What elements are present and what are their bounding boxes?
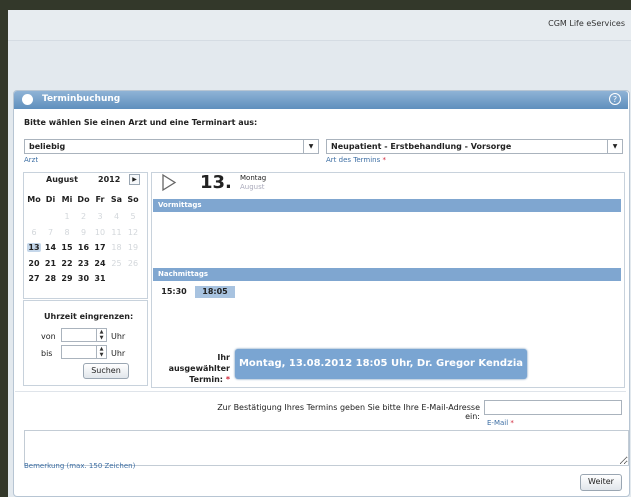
selected-label-line2: Termin: * — [160, 374, 230, 385]
required-marker: * — [510, 419, 514, 427]
calendar-day[interactable]: 16 — [77, 243, 91, 252]
chevron-down-icon[interactable]: ▼ — [607, 140, 622, 153]
to-time-input[interactable]: ▲ ▼ — [61, 345, 107, 359]
calendar-day: 9 — [80, 227, 87, 237]
calendar-day: 1 — [64, 212, 70, 221]
divider — [15, 391, 626, 392]
calendar-year: 2012 — [98, 175, 121, 184]
calendar-day[interactable]: 20 — [27, 259, 41, 268]
weekday-header: Fr — [95, 195, 105, 204]
calendar-day: 3 — [97, 212, 103, 221]
to-unit: Uhr — [111, 349, 126, 358]
selected-label-line1: Ihr ausgewählter — [168, 353, 230, 373]
calendar-day[interactable]: 31 — [93, 274, 107, 283]
weekday-header: Do — [77, 195, 90, 204]
weekday-header: Sa — [110, 195, 123, 204]
remark-caption: Bemerkung (max. 150 Zeichen) — [24, 462, 136, 470]
selected-month-name: August — [240, 183, 265, 191]
appointment-type-caption: Art des Termins * — [326, 156, 386, 164]
calendar-day-selected[interactable]: 13 — [27, 243, 41, 252]
to-label: bis — [41, 349, 53, 358]
calendar-day[interactable]: 27 — [27, 274, 41, 283]
brand-label: CGM Life eServices — [548, 19, 625, 28]
calendar-day: 8 — [64, 227, 70, 237]
required-marker: * — [225, 375, 230, 384]
next-button[interactable]: Weiter — [580, 474, 622, 491]
appointment-type-select[interactable]: Neupatient - Erstbehandlung - Vorsorge ▼ — [326, 139, 623, 154]
calendar-day[interactable]: 24 — [93, 259, 107, 268]
appointment-type-caption-text: Art des Termins — [326, 156, 381, 164]
selected-day-name: Montag — [240, 174, 267, 182]
email-caption-text: E-Mail — [487, 419, 509, 427]
selected-appointment: Montag, 13.08.2012 18:05 Uhr, Dr. Gregor… — [235, 349, 527, 379]
email-instruction: Zur Bestätigung Ihres Termins geben Sie … — [217, 403, 480, 421]
calendar-day[interactable]: 21 — [44, 259, 58, 268]
calendar-day: 7 — [47, 227, 54, 237]
from-time-input[interactable]: ▲ ▼ — [61, 328, 107, 342]
instruction-text: Bitte wählen Sie einen Arzt und eine Ter… — [24, 118, 258, 127]
from-unit: Uhr — [111, 332, 126, 341]
selected-label-text: Termin: — [189, 375, 224, 384]
weekday-header: Mi — [61, 195, 73, 204]
calendar-day[interactable]: 22 — [60, 259, 74, 268]
doctor-select[interactable]: beliebig ▼ — [24, 139, 319, 154]
calendar-month: August — [46, 175, 78, 184]
calendar-day[interactable]: 17 — [93, 243, 107, 252]
top-bar — [8, 10, 631, 41]
email-input[interactable] — [484, 400, 622, 415]
doctor-caption: Arzt — [24, 156, 39, 164]
calendar-day: 11 — [111, 227, 122, 237]
calendar-day: 26 — [127, 258, 139, 268]
calendar-day: 18 — [111, 243, 122, 252]
chevron-down-icon[interactable]: ▼ — [303, 140, 318, 153]
stepper-icon[interactable]: ▲ ▼ — [96, 346, 106, 358]
calendar-day: 25 — [111, 258, 122, 268]
time-slot[interactable]: 15:30 — [157, 286, 191, 298]
from-label: von — [41, 332, 56, 341]
weekday-header: Di — [45, 195, 56, 204]
calendar-day: 19 — [127, 243, 139, 252]
search-button[interactable]: Suchen — [83, 363, 129, 379]
remark-textarea[interactable] — [24, 430, 629, 466]
calendar-day[interactable]: 30 — [77, 274, 91, 283]
selected-appointment-label: Ihr ausgewählter Termin: * — [160, 352, 230, 385]
selected-day-number: 13. — [200, 172, 232, 193]
required-marker: * — [382, 156, 387, 164]
booking-icon — [22, 94, 33, 105]
calendar-day[interactable]: 15 — [60, 243, 74, 252]
calendar-day: 12 — [127, 227, 139, 237]
play-icon[interactable] — [161, 173, 177, 192]
weekday-header: Mo — [27, 195, 41, 204]
panel-title: Terminbuchung — [42, 94, 121, 104]
morning-header: Vormittags — [153, 199, 621, 212]
calendar-day[interactable]: 23 — [77, 259, 91, 268]
calendar-day: 10 — [94, 227, 106, 237]
time-slot-selected[interactable]: 18:05 — [195, 286, 235, 298]
calendar-day: 4 — [113, 212, 120, 221]
afternoon-header: Nachmittags — [153, 268, 621, 281]
help-icon[interactable]: ? — [609, 93, 621, 105]
calendar-day: 6 — [31, 227, 37, 237]
calendar-day[interactable]: 14 — [44, 243, 58, 252]
next-month-button[interactable]: ▶ — [129, 174, 140, 185]
time-filter-title: Uhrzeit eingrenzen: — [44, 312, 134, 321]
calendar-day: 2 — [80, 212, 87, 221]
calendar-day[interactable]: 29 — [60, 274, 74, 283]
stepper-icon[interactable]: ▲ ▼ — [96, 329, 106, 341]
calendar-day: 5 — [130, 212, 136, 221]
weekday-header: So — [127, 195, 139, 204]
calendar-day[interactable]: 28 — [44, 274, 58, 283]
doctor-select-value: beliebig — [29, 142, 66, 151]
email-caption: E-Mail * — [487, 419, 514, 427]
appointment-type-value: Neupatient - Erstbehandlung - Vorsorge — [331, 142, 512, 151]
